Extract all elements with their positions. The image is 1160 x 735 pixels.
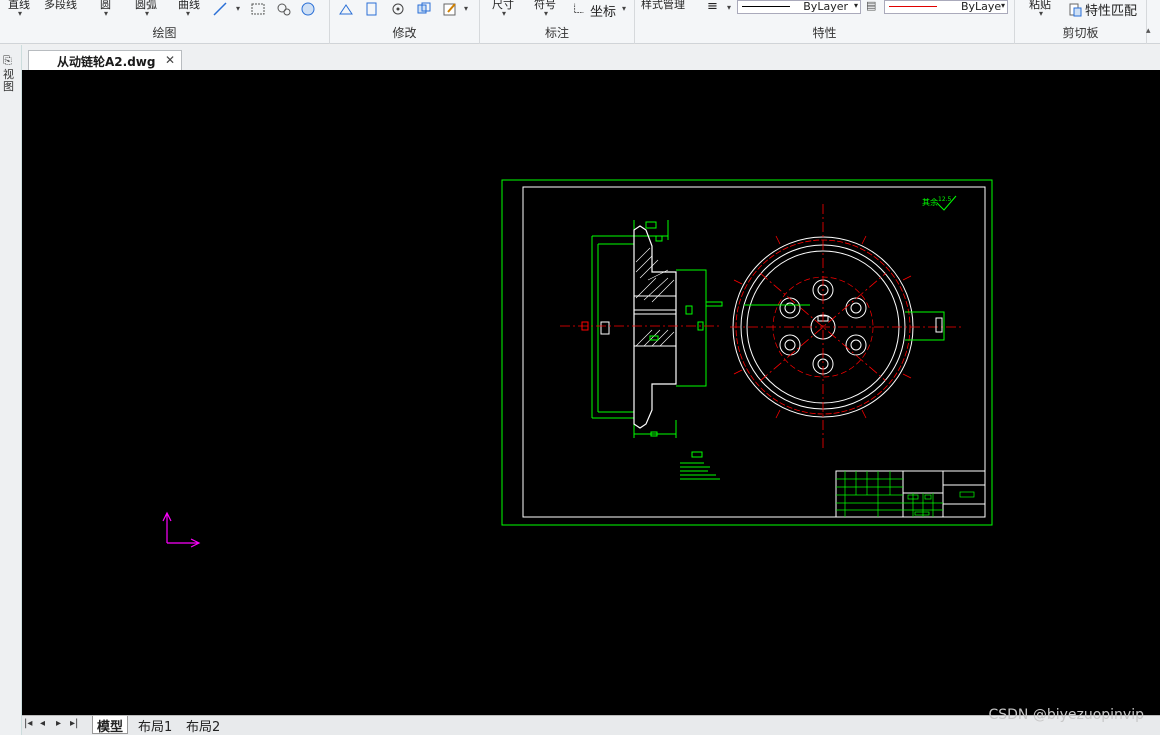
coordinate-dropdown-icon[interactable]: ▾	[622, 4, 626, 13]
sprocket-front-view	[730, 204, 962, 450]
draw-group: 直线 ▾ 多段线 圆 ▾ 圆弧 ▾ 曲线 ▾ ▾ 绘图	[0, 0, 330, 44]
copy-icon[interactable]	[364, 1, 380, 17]
document-tab-bar: 从动链轮A2.dwg ✕	[0, 45, 1160, 70]
match-properties-icon[interactable]	[1067, 2, 1083, 18]
color-select[interactable]: ByLayer ▾	[884, 0, 1008, 14]
tab-layout2[interactable]: 布局2	[182, 716, 224, 735]
rotate-icon[interactable]	[390, 1, 406, 17]
outer-frame	[501, 179, 993, 526]
sprocket-section-view	[560, 220, 723, 438]
lineweight-icon[interactable]: ≡	[707, 0, 718, 14]
color-value: ByLayer	[961, 0, 1001, 13]
color-dropdown-icon: ▾	[1000, 1, 1005, 10]
clipboard-group-label: 剪切板	[1062, 26, 1099, 40]
roughness-value: 12.5	[938, 196, 952, 203]
array-icon[interactable]	[416, 1, 432, 17]
document-tab-label: 从动链轮A2.dwg	[57, 55, 156, 69]
symbol-dropdown-icon[interactable]: ▾	[544, 9, 548, 18]
first-layout-icon[interactable]: |◂	[24, 718, 32, 729]
modify-group-label: 修改	[392, 26, 417, 40]
draw-group-label: 绘图	[152, 26, 177, 40]
drawing-canvas[interactable]: 其余 12.5	[22, 70, 1160, 715]
polyline-tool[interactable]: 多段线	[44, 0, 77, 12]
linecolor-icon: ▤	[866, 0, 877, 12]
clipboard-group: 粘贴 ▾ 特性匹配 剪切板	[1015, 0, 1147, 44]
linetype-value: ByLayer	[803, 0, 848, 13]
mirror-icon[interactable]	[338, 1, 354, 17]
coordinate-tool[interactable]: 坐标	[590, 1, 616, 20]
document-tab[interactable]: 从动链轮A2.dwg ✕	[28, 50, 182, 70]
properties-group-label: 特性	[812, 26, 837, 40]
style-manager[interactable]: 样式管理	[641, 0, 685, 12]
view-label-2: 图	[3, 80, 14, 93]
edit-icon[interactable]	[442, 1, 458, 17]
annotation-group-label: 标注	[544, 26, 569, 40]
hatch-icon[interactable]	[276, 1, 292, 17]
technical-notes	[680, 451, 720, 480]
line-dropdown-icon[interactable]: ▾	[18, 9, 22, 18]
dimension-dropdown-icon[interactable]: ▾	[502, 9, 506, 18]
title-block	[835, 470, 986, 518]
lineweight-dropdown-icon[interactable]: ▾	[727, 3, 731, 12]
properties-group: 样式管理 ≡ ▾ ByLayer ▾ ▤ ByLayer ▾ 特性	[635, 0, 1015, 44]
prev-layout-icon[interactable]: ◂	[40, 718, 45, 729]
modify-dropdown-icon[interactable]: ▾	[464, 4, 468, 13]
roughness-note: 其余	[922, 197, 938, 207]
watermark: CSDN @biyezuopinvip	[988, 707, 1144, 723]
linetype-dropdown-icon: ▾	[853, 1, 858, 10]
region-icon[interactable]	[300, 1, 316, 17]
rectangle-icon[interactable]	[250, 1, 266, 17]
view-toggle-icon[interactable]: ⎘	[3, 55, 17, 66]
arc-dropdown-icon[interactable]: ▾	[145, 9, 149, 18]
match-properties-tool[interactable]: 特性匹配	[1085, 0, 1137, 19]
view-label-1: 视	[3, 68, 14, 81]
ribbon-collapse-icon[interactable]: ▴	[1146, 26, 1151, 36]
drawing-svg: 其余 12.5	[162, 179, 993, 548]
annotation-group: 尺寸 ▾ 符号 ▾ 坐标 ▾ 标注	[480, 0, 635, 44]
ucs-icon	[162, 511, 201, 548]
ray-dropdown-icon[interactable]: ▾	[236, 4, 240, 13]
ribbon: 直线 ▾ 多段线 圆 ▾ 圆弧 ▾ 曲线 ▾ ▾ 绘图 ▾ 修改 尺寸 ▾ 符号…	[0, 0, 1160, 44]
paste-dropdown-icon[interactable]: ▾	[1039, 9, 1043, 18]
left-tool-strip: ⎘ 视 图	[0, 45, 22, 735]
next-layout-icon[interactable]: ▸	[56, 718, 61, 729]
linetype-select[interactable]: ByLayer ▾	[737, 0, 861, 14]
curve-dropdown-icon[interactable]: ▾	[186, 9, 190, 18]
linetype-preview	[742, 6, 790, 7]
modify-group: ▾ 修改	[330, 0, 480, 44]
tab-model[interactable]: 模型	[92, 716, 129, 735]
tab-layout1[interactable]: 布局1	[134, 716, 176, 735]
color-preview	[889, 6, 937, 7]
last-layout-icon[interactable]: ▸|	[70, 718, 78, 729]
coordinate-icon[interactable]	[572, 1, 586, 15]
ray-icon[interactable]	[212, 1, 228, 17]
cad-application: 直线 ▾ 多段线 圆 ▾ 圆弧 ▾ 曲线 ▾ ▾ 绘图 ▾ 修改 尺寸 ▾ 符号…	[0, 0, 1160, 735]
circle-dropdown-icon[interactable]: ▾	[104, 9, 108, 18]
close-icon[interactable]: ✕	[165, 53, 175, 67]
